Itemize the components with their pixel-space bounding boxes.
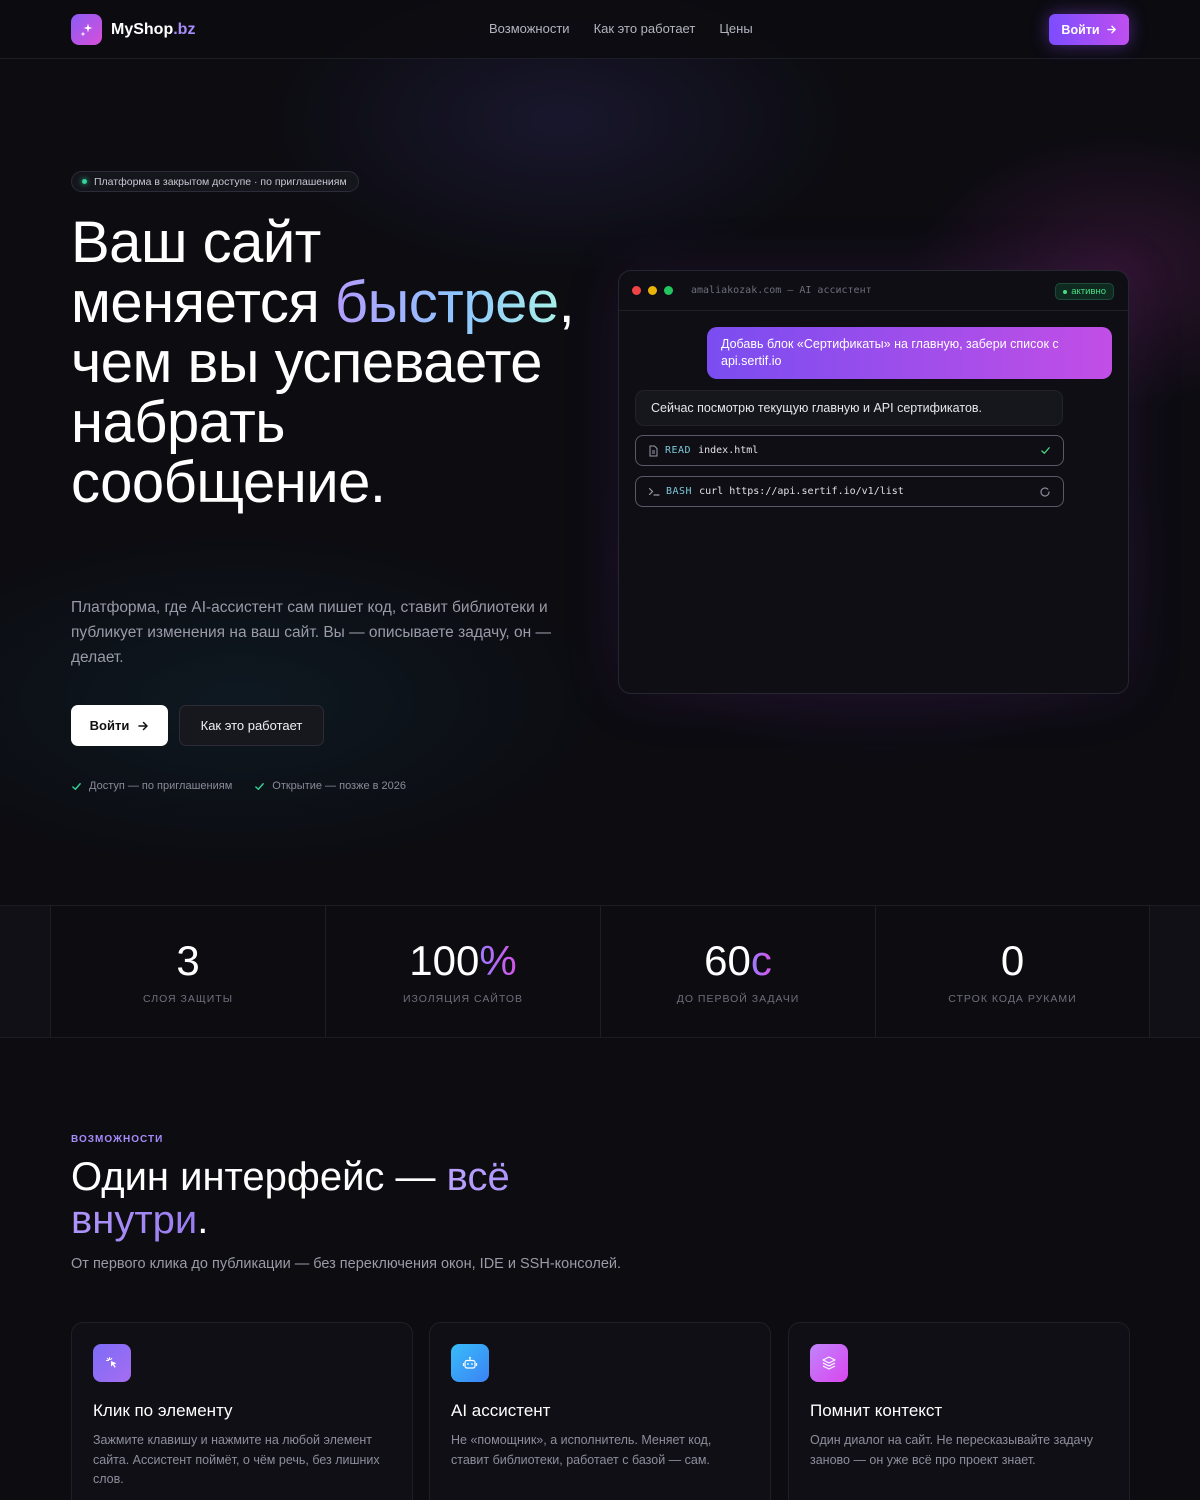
tool-call-read[interactable]: READ index.html — [635, 435, 1064, 466]
layers-icon — [810, 1344, 848, 1382]
file-icon — [649, 445, 658, 456]
tool-kind: READ — [665, 445, 692, 456]
header-login-button[interactable]: Войти — [1049, 14, 1129, 45]
assistant-chat-window: amaliakozak.com — AI ассистент активно Д… — [618, 270, 1129, 694]
stat-value: 3 — [176, 937, 200, 984]
stat-label: ИЗОЛЯЦИЯ САЙТОВ — [402, 993, 524, 1005]
arrow-right-icon — [138, 721, 149, 730]
section-subtitle: От первого клика до публикации — без пер… — [71, 1256, 622, 1272]
hero-title-highlight: быстрее — [334, 270, 559, 335]
feature-card-title: Помнит контекст — [810, 1401, 943, 1420]
check-item: Открытие — позже в 2026 — [254, 780, 406, 792]
hero-checks: Доступ — по приглашениям Открытие — позж… — [71, 780, 406, 792]
how-it-works-button[interactable]: Как это работает — [179, 705, 324, 746]
stat-item: 3 СЛОЯ ЗАЩИТЫ — [50, 906, 325, 1037]
stat-item: 100% ИЗОЛЯЦИЯ САЙТОВ — [325, 906, 600, 1037]
stat-value: 0 — [1000, 937, 1025, 984]
sparkle-icon — [71, 14, 102, 45]
check-icon — [255, 782, 265, 790]
cursor-click-icon — [93, 1344, 131, 1382]
stat-value: 60с — [704, 937, 772, 984]
check-text: Открытие — позже в 2026 — [272, 780, 407, 792]
feature-card-context: Помнит контекст Один диалог на сайт. Не … — [788, 1322, 1130, 1500]
stat-label: СТРОК КОДА РУКАМИ — [948, 993, 1077, 1005]
access-status-pill: Платформа в закрытом доступе · по пригла… — [71, 171, 359, 192]
assistant-message: Сейчас посмотрю текущую главную и API се… — [635, 390, 1063, 426]
terminal-prompt-icon — [648, 487, 660, 496]
main-nav: Возможности Как это работает Цены — [489, 21, 753, 36]
stat-item: 0 СТРОК КОДА РУКАМИ — [875, 906, 1150, 1037]
tool-kind: BASH — [666, 486, 693, 497]
check-icon — [1040, 445, 1051, 456]
status-badge: активно — [1055, 283, 1114, 300]
stat-item: 60с ДО ПЕРВОЙ ЗАДАЧИ — [600, 906, 875, 1037]
nav-link-pricing[interactable]: Цены — [719, 21, 752, 36]
check-item: Доступ — по приглашениям — [71, 780, 232, 792]
feature-card-assistant: AI ассистент Не «помощник», а исполнител… — [429, 1322, 771, 1500]
status-dot-icon — [82, 179, 87, 184]
stats-strip: 3 СЛОЯ ЗАЩИТЫ 100% ИЗОЛЯЦИЯ САЙТОВ 60с Д… — [0, 905, 1200, 1038]
check-text: Доступ — по приглашениям — [89, 780, 233, 792]
window-maximize-dot — [664, 286, 673, 295]
feature-card-click: Клик по элементу Зажмите клавишу и нажми… — [71, 1322, 413, 1500]
section-title: Один интерфейс — всё внутри. — [71, 1156, 591, 1242]
hero-login-button[interactable]: Войти — [71, 705, 168, 746]
brand-name: MyShop.bz — [111, 20, 196, 38]
status-dot-icon — [1063, 289, 1068, 294]
hero-login-label: Войти — [89, 718, 130, 733]
access-status-text: Платформа в закрытом доступе · по пригла… — [94, 175, 347, 188]
window-close-dot — [632, 286, 641, 295]
feature-card-text: Один диалог на сайт. Не пересказывайте з… — [810, 1433, 1094, 1467]
robot-icon — [451, 1344, 489, 1382]
brand-logo[interactable]: MyShop.bz — [71, 14, 195, 45]
hero-title: Ваш сайт меняется быстрее, чем вы успева… — [71, 213, 581, 513]
hero-title-part1: Ваш сайт меняется — [71, 210, 335, 335]
section-title-part1: Один интерфейс — — [71, 1155, 447, 1199]
header-login-label: Войти — [1061, 22, 1100, 37]
stat-label: ДО ПЕРВОЙ ЗАДАЧИ — [676, 993, 800, 1005]
feature-card-text: Не «помощник», а исполнитель. Меняет код… — [451, 1433, 712, 1467]
user-message: Добавь блок «Сертификаты» на главную, за… — [707, 327, 1112, 379]
check-icon — [72, 782, 81, 790]
tool-argument: curl https://api.sertif.io/v1/list — [699, 486, 904, 497]
hero-subtitle: Платформа, где AI-ассистент сам пишет ко… — [71, 599, 552, 666]
feature-card-title: AI ассистент — [451, 1401, 551, 1420]
chat-window-titlebar: amaliakozak.com — AI ассистент активно — [619, 271, 1128, 311]
stat-value: 100% — [409, 937, 517, 984]
status-badge-text: активно — [1071, 286, 1106, 297]
stat-label: СЛОЯ ЗАЩИТЫ — [142, 993, 233, 1005]
feature-card-text: Зажмите клавишу и нажмите на любой элеме… — [93, 1433, 380, 1486]
tool-call-bash[interactable]: BASH curl https://api.sertif.io/v1/list — [635, 476, 1064, 507]
window-minimize-dot — [648, 286, 657, 295]
tool-argument: index.html — [698, 445, 759, 456]
feature-card-title: Клик по элементу — [93, 1401, 233, 1420]
nav-link-features[interactable]: Возможности — [489, 21, 570, 36]
loading-spinner-icon — [1039, 486, 1051, 498]
nav-link-how-it-works[interactable]: Как это работает — [594, 21, 696, 36]
section-eyebrow: ВОЗМОЖНОСТИ — [71, 1134, 164, 1145]
chat-window-title: amaliakozak.com — AI ассистент — [691, 285, 872, 296]
arrow-right-icon — [1106, 25, 1116, 34]
top-nav-bar: MyShop.bz Возможности Как это работает Ц… — [0, 0, 1200, 59]
section-title-part2: . — [197, 1198, 209, 1242]
